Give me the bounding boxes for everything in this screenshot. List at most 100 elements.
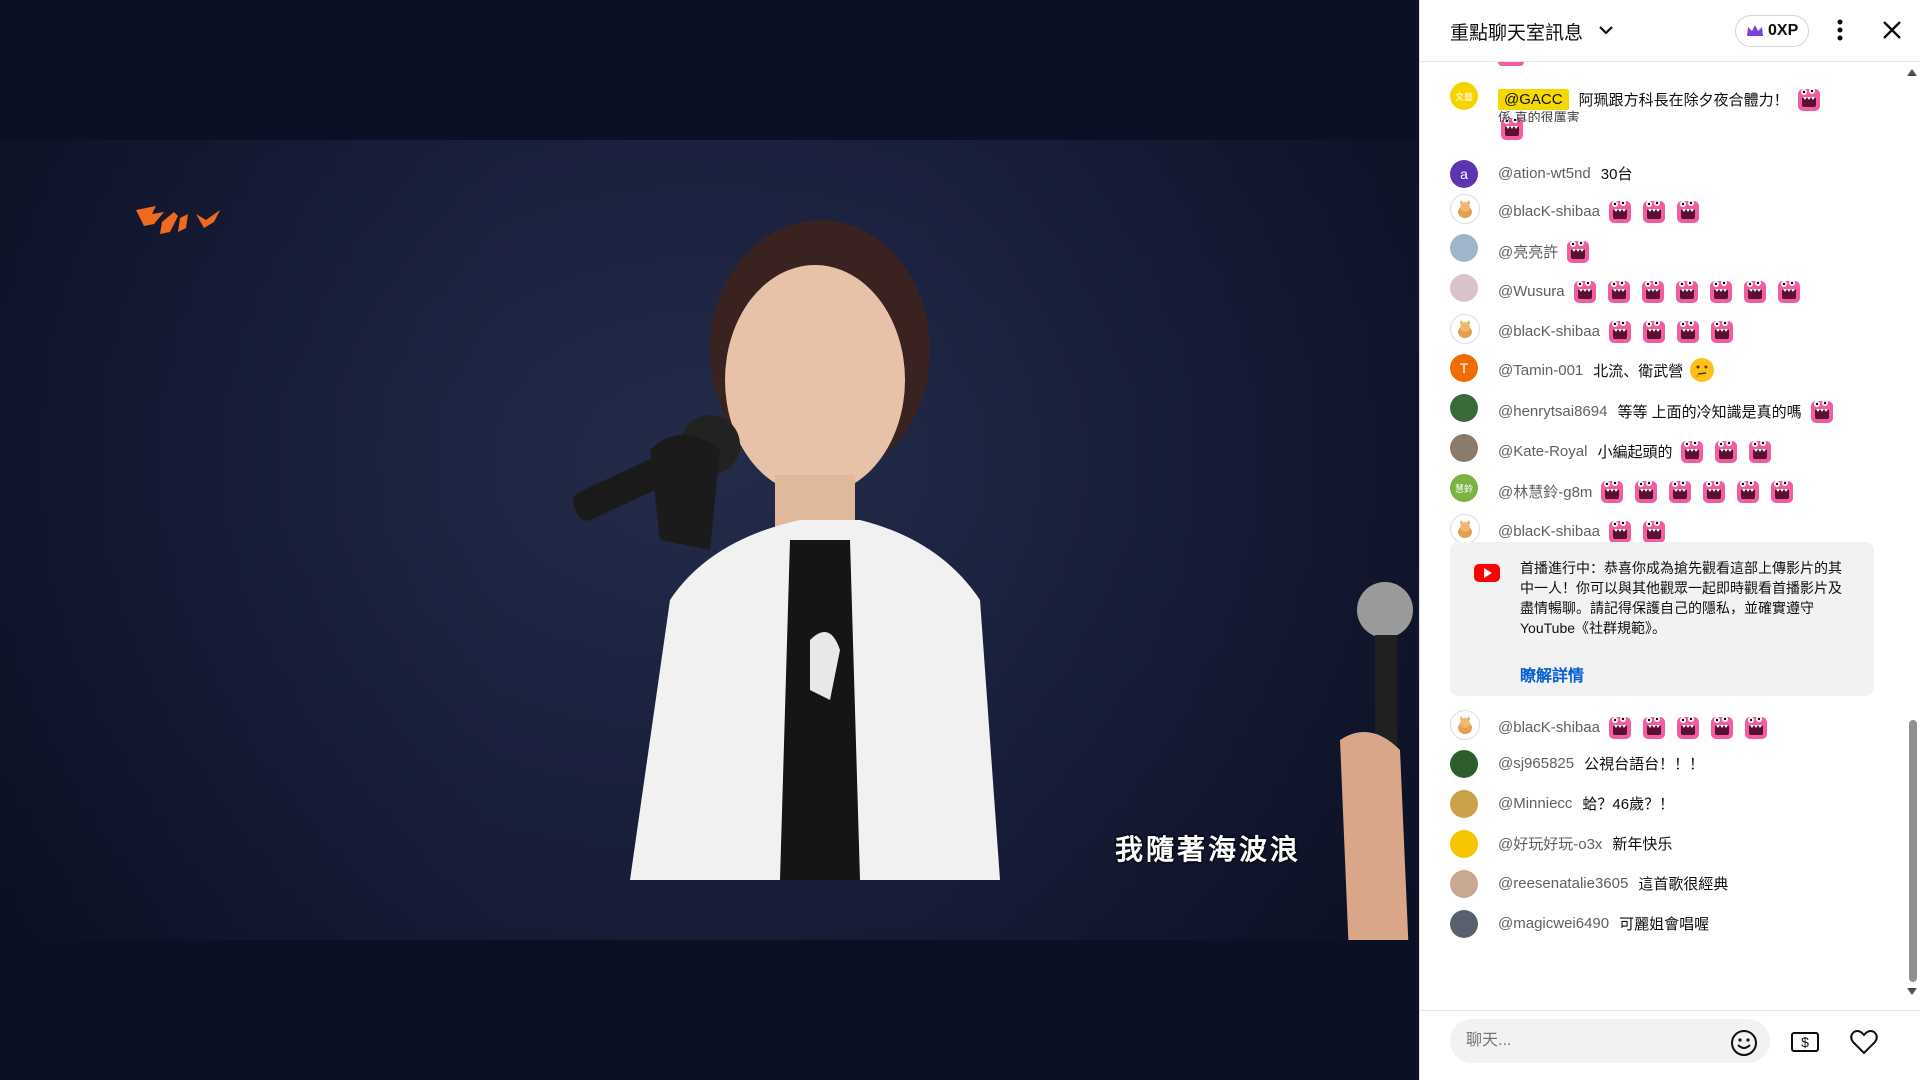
emoji-icon[interactable] — [1730, 1029, 1758, 1057]
chat-author[interactable]: @reesenatalie3605 — [1498, 875, 1628, 892]
chat-author[interactable]: @blacK-shibaa — [1498, 323, 1600, 340]
chat-author[interactable]: @Kate-Royal — [1498, 443, 1587, 460]
chat-message[interactable]: @blacK-shibaa — [1420, 702, 1900, 742]
avatar[interactable] — [1450, 830, 1478, 858]
monster-emoji-icon — [1676, 320, 1699, 343]
avatar[interactable] — [1450, 234, 1478, 262]
chat-message[interactable]: @blacK-shibaa — [1420, 306, 1900, 346]
chat-author[interactable]: @henrytsai8694 — [1498, 403, 1607, 420]
heart-icon[interactable] — [1850, 1029, 1878, 1055]
avatar[interactable]: 文藝 — [1450, 82, 1478, 110]
avatar[interactable] — [1450, 790, 1478, 818]
scroll-up-icon[interactable] — [1907, 68, 1917, 76]
chat-message[interactable]: @Minniecc 蛤？46歲？！ — [1420, 782, 1900, 822]
chat-author[interactable]: @blacK-shibaa — [1498, 719, 1600, 736]
avatar[interactable] — [1450, 274, 1478, 302]
monster-emoji-icon — [1641, 280, 1664, 303]
shiba-avatar-icon — [1458, 320, 1472, 338]
learn-more-link[interactable]: 瞭解詳情 — [1520, 662, 1584, 686]
monster-emoji-icon — [1797, 88, 1820, 111]
video-player[interactable]: 我隨著海波浪 — [0, 0, 1419, 1080]
chat-author[interactable]: @blacK-shibaa — [1498, 523, 1600, 540]
chat-author[interactable]: @sj965825 — [1498, 755, 1574, 772]
avatar[interactable] — [1450, 750, 1478, 778]
youtube-icon — [1474, 564, 1500, 582]
chat-message[interactable]: @magicwei6490 可麗姐會唱喔 — [1420, 902, 1900, 942]
chat-text: 這首歌很經典 — [1638, 876, 1729, 893]
chat-message-body: @blacK-shibaa — [1498, 317, 1736, 345]
scroll-down-icon[interactable] — [1907, 988, 1917, 996]
chevron-down-icon[interactable] — [1596, 20, 1616, 40]
monster-emoji-icon — [1642, 716, 1665, 739]
scroll-thumb[interactable] — [1909, 720, 1917, 982]
shiba-avatar-icon — [1458, 520, 1472, 538]
chat-message[interactable]: @henrytsai8694 等等 上面的冷知識是真的嗎 — [1420, 386, 1900, 426]
chat-message[interactable]: @reesenatalie3605 這首歌很經典 — [1420, 862, 1900, 902]
chat-message-body: @henrytsai8694 等等 上面的冷知識是真的嗎 — [1498, 397, 1836, 425]
avatar[interactable]: a — [1450, 160, 1478, 188]
chat-message[interactable]: @sj965825 公視台語台！！！ — [1420, 742, 1900, 782]
svg-text:$: $ — [1801, 1034, 1809, 1050]
video-frame[interactable]: 我隨著海波浪 — [0, 140, 1419, 940]
xp-badge[interactable]: 0XP — [1735, 15, 1810, 47]
chat-author[interactable]: @林慧鈴-g8m — [1498, 481, 1592, 502]
avatar[interactable]: T — [1450, 354, 1478, 382]
chat-author[interactable]: @magicwei6490 — [1498, 915, 1609, 932]
chat-author[interactable]: @好玩好玩-o3x — [1498, 833, 1602, 854]
monster-emoji-icon — [1635, 480, 1658, 503]
avatar-initial: T — [1459, 360, 1469, 376]
more-options-icon[interactable] — [1830, 18, 1850, 42]
chat-author[interactable]: @GACC — [1498, 88, 1569, 110]
video-subtitle: 我隨著海波浪 — [1115, 834, 1302, 865]
chat-message[interactable]: @好玩好玩-o3x 新年快乐 — [1420, 822, 1900, 862]
chat-message-body: @ation-wt5nd 30台 — [1498, 163, 1632, 184]
chat-message[interactable]: T @Tamin-001 北流、衛武營 — [1420, 346, 1900, 386]
avatar[interactable] — [1450, 870, 1478, 898]
chat-message-body: @blacK-shibaa — [1498, 197, 1702, 225]
avatar[interactable] — [1450, 710, 1480, 740]
monster-emoji-icon — [1777, 280, 1800, 303]
chat-message[interactable]: @Kate-Royal 小編起頭的 — [1420, 426, 1900, 466]
monster-emoji-icon — [1601, 480, 1624, 503]
avatar-initial: 文藝 — [1454, 91, 1473, 102]
chat-author[interactable]: @blacK-shibaa — [1498, 203, 1600, 220]
avatar[interactable] — [1450, 514, 1480, 544]
chat-author[interactable]: @Tamin-001 — [1498, 362, 1583, 379]
chat-message[interactable]: @blacK-shibaa — [1420, 186, 1900, 226]
close-icon[interactable] — [1880, 18, 1904, 42]
super-chat-icon[interactable]: $ — [1790, 1029, 1820, 1055]
monster-emoji-icon — [1669, 480, 1692, 503]
chat-author[interactable]: @亮亮許 — [1498, 241, 1558, 262]
chat-input[interactable] — [1450, 1019, 1770, 1063]
chat-text: 30台 — [1600, 166, 1633, 183]
avatar[interactable] — [1450, 194, 1480, 224]
chat-text: 新年快乐 — [1612, 836, 1673, 853]
avatar[interactable] — [1450, 314, 1480, 344]
partial-message-text: 係 真的很厲害 — [1498, 110, 1580, 122]
chat-message[interactable]: @亮亮許 — [1420, 226, 1900, 266]
monster-emoji-icon — [1676, 716, 1699, 739]
chat-mode-title[interactable]: 重點聊天室訊息 — [1450, 18, 1583, 45]
premiere-notice-text: 首播進行中：恭喜你成為搶先觀看這部上傳影片的其中一人！你可以與其他觀眾一起即時觀… — [1520, 560, 1842, 636]
chat-message[interactable]: @blacK-shibaa — [1420, 506, 1900, 546]
chat-message[interactable]: 文藝 @GACC 阿珮跟方科長在除夕夜合體力！ — [1420, 74, 1900, 140]
channel-logo-icon — [136, 206, 220, 234]
chat-message-body: @Wusura — [1498, 277, 1803, 305]
chat-message-body: @blacK-shibaa — [1498, 713, 1770, 741]
avatar[interactable] — [1450, 434, 1478, 462]
chat-header: 重點聊天室訊息 0XP — [1420, 0, 1920, 62]
chat-author[interactable]: @ation-wt5nd — [1498, 165, 1591, 182]
chat-message-list[interactable]: 文藝 @GACC 阿珮跟方科長在除夕夜合體力！ a @ation-wt5nd 30台 @bl… — [1420, 62, 1900, 1002]
monster-emoji-icon — [1675, 280, 1698, 303]
monster-emoji-icon — [1709, 280, 1732, 303]
monster-emoji-icon — [1743, 280, 1766, 303]
avatar[interactable] — [1450, 910, 1478, 938]
avatar[interactable] — [1450, 394, 1478, 422]
chat-author[interactable]: @Wusura — [1498, 283, 1565, 300]
chat-message[interactable]: 慧鈴 @林慧鈴-g8m — [1420, 466, 1900, 506]
chat-message[interactable]: @Wusura — [1420, 266, 1900, 306]
chat-scrollbar[interactable] — [1905, 62, 1919, 1002]
chat-author[interactable]: @Minniecc — [1498, 795, 1572, 812]
avatar[interactable]: 慧鈴 — [1450, 474, 1478, 502]
premiere-notice: 首播進行中：恭喜你成為搶先觀看這部上傳影片的其中一人！你可以與其他觀眾一起即時觀… — [1450, 542, 1874, 696]
